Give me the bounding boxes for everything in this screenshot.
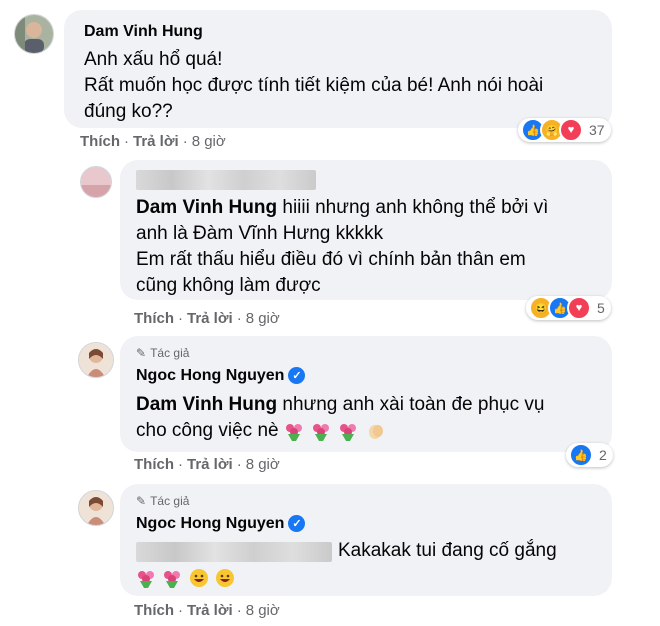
comment-text-line: cho công việc nè xyxy=(136,418,388,444)
verified-icon: ✓ xyxy=(288,515,306,533)
timestamp[interactable]: 8 giờ xyxy=(192,133,226,150)
author-badge-label: Tác giả xyxy=(150,494,190,508)
author-name[interactable]: Ngoc Hong Nguyen xyxy=(136,515,284,532)
flower-bouquet-icon xyxy=(164,571,181,588)
reaction-summary[interactable]: 👍 2 xyxy=(566,443,613,467)
verified-icon: ✓ xyxy=(288,367,306,385)
comment-actions: Thích · Trả lời · 8 giờ xyxy=(80,133,226,150)
separator-dot: · xyxy=(178,602,183,619)
comment-text-line: đúng ko?? xyxy=(84,101,173,122)
separator-dot: · xyxy=(236,310,242,327)
comment-bubble-2: Dam Vinh Hung hiiii nhưng anh không thể … xyxy=(120,160,612,300)
comment-text-line: Em rất thấu hiểu điều đó vì chính bản th… xyxy=(136,249,526,270)
flower-bouquet-icon xyxy=(138,571,154,588)
separator-dot: · xyxy=(236,456,242,473)
comment-actions: Thích · Trả lời · 8 giờ xyxy=(134,456,280,473)
reaction-count: 37 xyxy=(589,122,605,138)
comment-author[interactable]: Ngoc Hong Nguyen ✓ xyxy=(136,366,306,386)
grinning-face-icon xyxy=(189,569,208,587)
comment-text-line: Kakakak tui đang cố gắng xyxy=(338,540,557,561)
like-button[interactable]: Thích xyxy=(134,310,174,327)
author-badge: ✎ Tác giả xyxy=(136,346,189,360)
comment-actions: Thích · Trả lời · 8 giờ xyxy=(134,310,280,327)
timestamp[interactable]: 8 giờ xyxy=(246,310,280,327)
redacted-mention xyxy=(136,542,332,562)
like-icon: 👍 xyxy=(569,443,593,467)
author-name[interactable]: Ngoc Hong Nguyen xyxy=(136,367,284,384)
mention-link[interactable]: Dam Vinh Hung xyxy=(136,394,277,415)
avatar-redacted[interactable] xyxy=(80,166,112,198)
like-button[interactable]: Thích xyxy=(134,456,174,473)
comment-author[interactable]: Dam Vinh Hung xyxy=(84,22,203,42)
comment-text-line: Rất muốn học được tính tiết kiệm của bé!… xyxy=(84,75,544,96)
comment-bubble-1: Dam Vinh Hung Anh xấu hổ quá! Rất muốn h… xyxy=(64,10,612,128)
avatar-ngoc-hong-nguyen[interactable] xyxy=(78,342,114,378)
mention-link[interactable]: Dam Vinh Hung xyxy=(136,197,277,218)
author-badge: ✎ Tác giả xyxy=(136,494,189,508)
reaction-count: 2 xyxy=(599,447,607,463)
grinning-face-icon xyxy=(216,569,235,587)
flower-bouquet-icon xyxy=(340,423,357,441)
flower-bouquet-icon xyxy=(285,423,302,441)
flower-bouquet-icon xyxy=(313,423,330,441)
reply-button[interactable]: Trả lời xyxy=(187,602,233,619)
reply-button[interactable]: Trả lời xyxy=(133,133,179,150)
timestamp[interactable]: 8 giờ xyxy=(246,456,280,473)
comment-text-line: anh là Đàm Vĩnh Hưng kkkkk xyxy=(136,223,384,244)
comment-text-line: Dam Vinh Hung hiiii nhưng anh không thể … xyxy=(136,195,548,221)
reaction-count: 5 xyxy=(597,300,605,316)
avatar-dam-vinh-hung[interactable] xyxy=(14,14,54,54)
avatar-ngoc-hong-nguyen[interactable] xyxy=(78,490,114,526)
separator-dot: · xyxy=(182,133,188,150)
comment-bubble-4: ✎ Tác giả Ngoc Hong Nguyen ✓ Kakakak tui … xyxy=(120,484,612,596)
clapping-hands-icon xyxy=(368,424,383,439)
comment-text-line: Anh xấu hổ quá! xyxy=(84,49,223,70)
reply-button[interactable]: Trả lời xyxy=(187,310,233,327)
pen-icon: ✎ xyxy=(136,346,147,360)
love-icon: ♥ xyxy=(559,118,583,142)
separator-dot: · xyxy=(236,602,242,619)
love-icon: ♥ xyxy=(567,296,591,320)
comment-text: hiiii nhưng anh không thể bởi vì xyxy=(277,197,549,218)
comment-actions: Thích · Trả lời · 8 giờ xyxy=(134,602,280,619)
comment-text-line: cũng không làm được xyxy=(136,275,321,296)
separator-dot: · xyxy=(178,456,183,473)
comment-author[interactable]: Ngoc Hong Nguyen ✓ xyxy=(136,514,306,534)
like-button[interactable]: Thích xyxy=(80,133,120,150)
redacted-author-name xyxy=(136,170,316,190)
reaction-summary[interactable]: 😆 👍 ♥ 5 xyxy=(526,296,611,320)
comment-bubble-3: ✎ Tác giả Ngoc Hong Nguyen ✓ Dam Vinh Hun… xyxy=(120,336,612,452)
separator-dot: · xyxy=(124,133,129,150)
comment-text: cho công việc nè xyxy=(136,420,279,441)
emoji-row xyxy=(136,568,237,588)
like-button[interactable]: Thích xyxy=(134,602,174,619)
pen-icon: ✎ xyxy=(136,494,147,508)
timestamp[interactable]: 8 giờ xyxy=(246,602,280,619)
separator-dot: · xyxy=(178,310,183,327)
reaction-summary[interactable]: 👍 🤗 ♥ 37 xyxy=(518,118,611,142)
reply-button[interactable]: Trả lời xyxy=(187,456,233,473)
comment-text: nhưng anh xài toàn đe phục vụ xyxy=(277,394,545,415)
comment-text-line: Dam Vinh Hung nhưng anh xài toàn đe phục… xyxy=(136,392,544,418)
author-badge-label: Tác giả xyxy=(150,346,190,360)
